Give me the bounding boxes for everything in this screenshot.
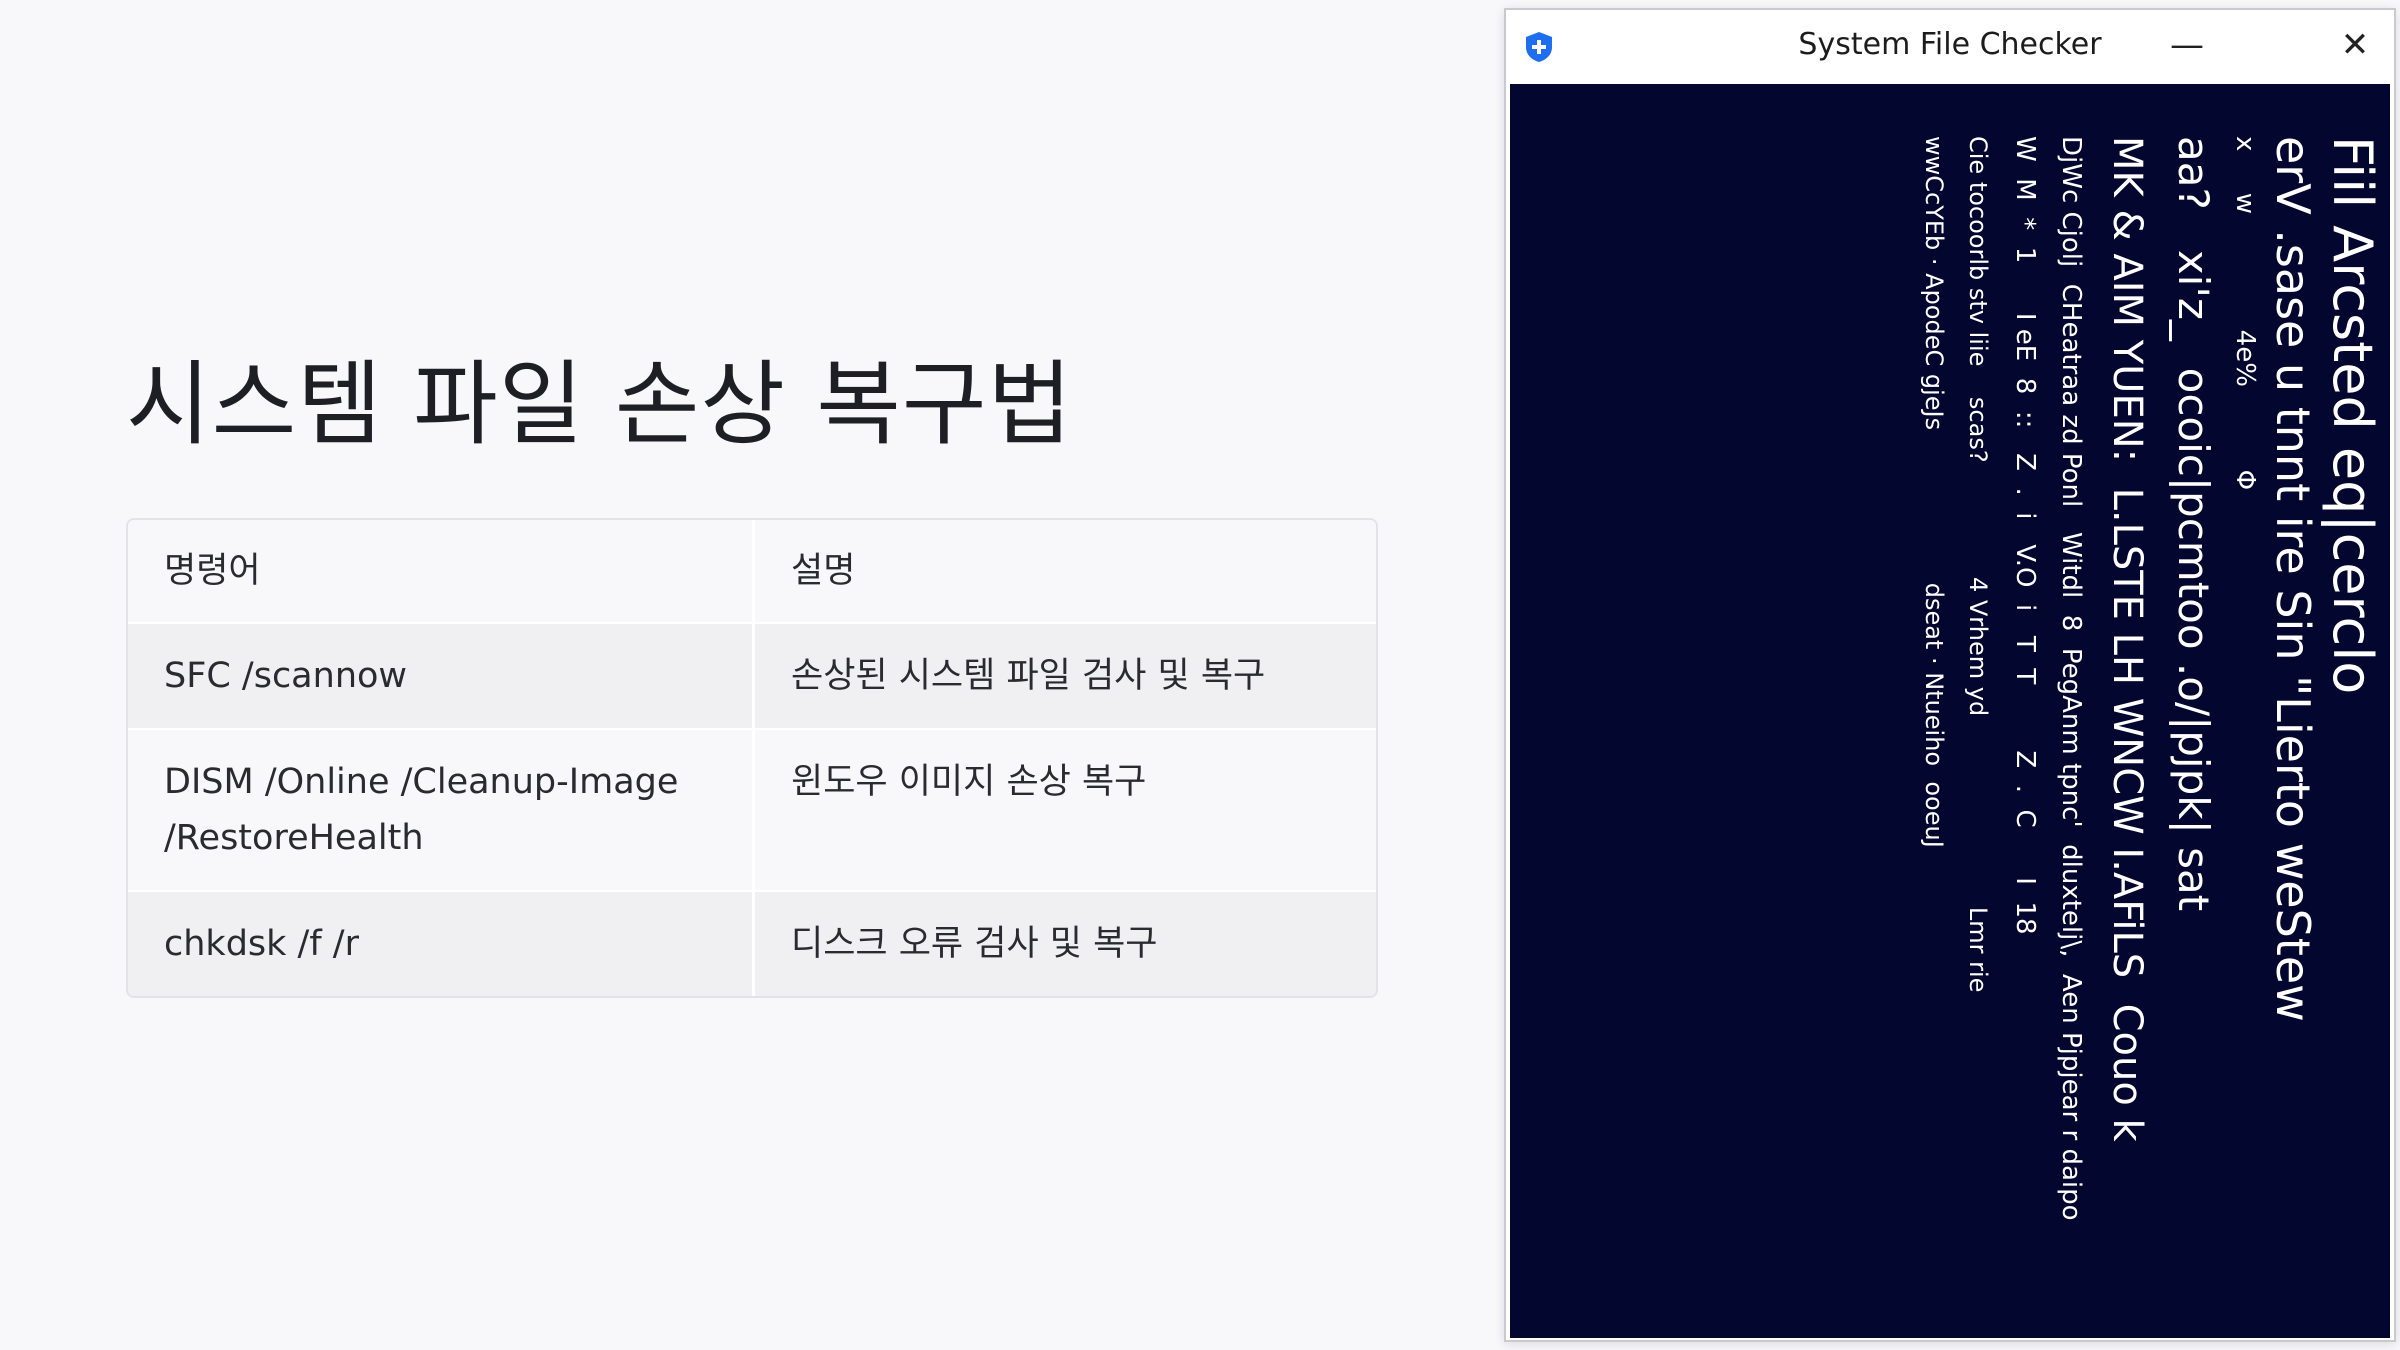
table-row: SFC /scannow 손상된 시스템 파일 검사 및 복구 [128, 624, 1376, 730]
slide-title: 시스템 파일 손상 복구법 [126, 351, 1074, 458]
command-table: 명령어 설명 SFC /scannow 손상된 시스템 파일 검사 및 복구 D… [126, 518, 1378, 998]
console-line: aa? xi'z_ ocoic|pcmtoo .o/|pjpk| sat [2169, 136, 2218, 912]
console-line: wwCcYEb · ApodeC gjeJs dseat · Ntueiho o… [1920, 136, 1948, 848]
command-line-1: DISM /Online /Cleanup-Image [164, 762, 679, 802]
description-cell: 손상된 시스템 파일 검사 및 복구 [752, 624, 1376, 728]
window-title: System File Checker [1798, 27, 2102, 62]
description-cell: 디스크 오류 검사 및 복구 [752, 892, 1376, 996]
system-file-checker-window[interactable]: System File Checker — ✕ Fiil Arcsted eq|… [1504, 8, 2396, 1342]
command-cell: SFC /scannow [164, 656, 408, 696]
close-button[interactable]: ✕ [2328, 20, 2382, 70]
minimize-button[interactable]: — [2160, 20, 2214, 70]
console-line: x w 4e% Φ [2230, 136, 2260, 491]
console-line: Fiil Arcsted eq|cerclo [2321, 136, 2384, 695]
console-line: Cie tocoorlb stv liie scas? 4 Vrhem yd L… [1964, 136, 1992, 993]
table-header-description: 설명 [752, 520, 1376, 622]
table-header-command: 명령어 [164, 551, 261, 591]
table-header-row: 명령어 설명 [128, 520, 1376, 624]
console-line: MK & AIM YUEN: L.LSTE LH WNCW I.AFiLS Co… [2104, 136, 2150, 1142]
command-line-2: /RestoreHealth [164, 818, 424, 858]
rotated-console-text: Fiil Arcsted eq|cerclo erV .sase u tnnt … [1524, 136, 2384, 1286]
table-row: chkdsk /f /r 디스크 오류 검사 및 복구 [128, 892, 1376, 996]
command-cell: DISM /Online /Cleanup-Image /RestoreHeal… [128, 730, 752, 890]
console-line: DjWc Cjolj CHeatraa zd Ponl Witdl 8 PegA… [2056, 136, 2086, 1221]
window-titlebar[interactable]: System File Checker — ✕ [1506, 10, 2394, 80]
command-text: DISM /Online /Cleanup-Image /RestoreHeal… [164, 754, 678, 866]
description-cell: 윈도우 이미지 손상 복구 [752, 730, 1376, 890]
console-output[interactable]: Fiil Arcsted eq|cerclo erV .sase u tnnt … [1510, 84, 2390, 1338]
table-row: DISM /Online /Cleanup-Image /RestoreHeal… [128, 730, 1376, 892]
command-cell: chkdsk /f /r [164, 924, 359, 964]
console-line: W M * 1 I eE 8 :: Z . i V.O i T T Z . C … [2010, 136, 2040, 935]
console-line: erV .sase u tnnt ire Sin "Lierto weStew [2266, 136, 2320, 1022]
